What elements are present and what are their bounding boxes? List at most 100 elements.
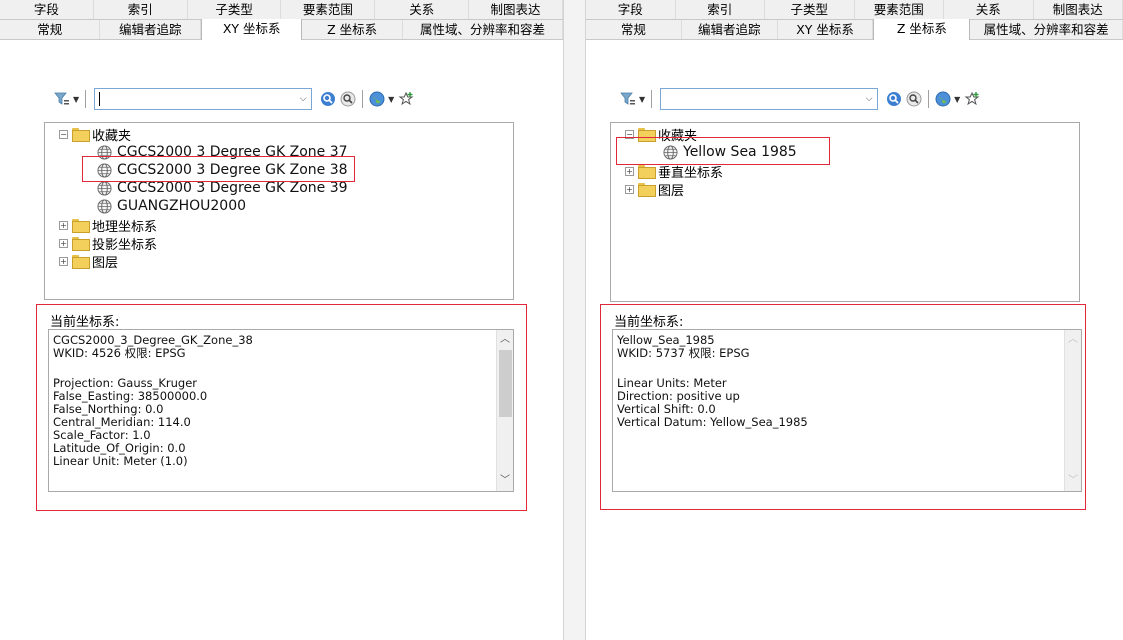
tab-z-coordinate-system[interactable]: Z 坐标系	[873, 19, 971, 40]
tree-node-label: 收藏夹	[658, 128, 698, 144]
scroll-up-icon[interactable]: ︿	[1065, 332, 1081, 348]
current-crs-label: 当前坐标系:	[50, 315, 120, 330]
tree-node-label: 垂直坐标系	[658, 165, 724, 181]
detail-line: Scale_Factor: 1.0	[53, 428, 151, 442]
expand-icon[interactable]: +	[625, 166, 634, 176]
tab-fields[interactable]: 字段	[586, 0, 676, 19]
favorites-folder-icon	[638, 128, 656, 142]
tab-xy-coordinate-system[interactable]: XY 坐标系	[200, 19, 303, 40]
tab-feature-extent[interactable]: 要素范围	[855, 0, 944, 19]
globe-icon	[97, 198, 112, 214]
tree-node-geographic[interactable]: + 地理坐标系	[59, 216, 157, 235]
tab-indexes[interactable]: 索引	[94, 0, 188, 19]
tab-subtypes[interactable]: 子类型	[765, 0, 855, 19]
scroll-up-icon[interactable]: ︿	[497, 332, 513, 348]
chevron-down-icon[interactable]: ⌵	[861, 89, 877, 109]
tree-node-favorites[interactable]: − 收藏夹	[625, 125, 698, 144]
current-crs-label: 当前坐标系:	[614, 315, 684, 330]
tab-subtypes[interactable]: 子类型	[188, 0, 282, 19]
tab-representations[interactable]: 制图表达	[469, 0, 563, 19]
tree-node-label: 投影坐标系	[92, 237, 158, 253]
text-caret	[99, 92, 101, 106]
toolbar-separator	[928, 90, 930, 108]
tab-representations[interactable]: 制图表达	[1034, 0, 1123, 19]
tree-node-label: 图层	[658, 183, 685, 199]
globe-icon[interactable]	[367, 89, 387, 109]
search-icon[interactable]	[318, 89, 338, 109]
tree-node-crs[interactable]: GUANGZHOU2000	[97, 197, 246, 215]
scroll-down-icon[interactable]: ﹀	[497, 473, 513, 489]
scroll-thumb[interactable]	[499, 350, 512, 417]
detail-line: False_Northing: 0.0	[53, 402, 164, 416]
clear-search-icon[interactable]	[338, 89, 358, 109]
tree-node-label: 收藏夹	[92, 128, 132, 144]
detail-line: Linear Units: Meter	[617, 376, 727, 390]
tab-general[interactable]: 常规	[586, 20, 682, 39]
detail-line: WKID: 5737 权限: EPSG	[617, 346, 750, 360]
globe-dropdown-icon[interactable]: ▼	[388, 95, 394, 104]
search-input[interactable]	[95, 89, 294, 109]
folder-icon	[72, 237, 90, 251]
coordinate-system-tree: − 收藏夹 Yellow Sea 1985 + 垂直坐标系 + 图层	[610, 122, 1080, 302]
scroll-down-icon[interactable]: ﹀	[1065, 473, 1081, 489]
tab-feature-extent[interactable]: 要素范围	[281, 0, 376, 19]
tree-node-label: CGCS2000 3 Degree GK Zone 39	[117, 180, 348, 196]
z-coordinate-panel: 字段 索引 子类型 要素范围 关系 制图表达 常规 编辑者追踪 XY 坐标系 Z…	[586, 0, 1123, 640]
tab-z-coordinate-system[interactable]: Z 坐标系	[302, 20, 403, 39]
tab-fields[interactable]: 字段	[0, 0, 94, 19]
clear-search-icon[interactable]	[904, 89, 924, 109]
toolbar: ▼ ⌵ ▼	[52, 87, 416, 111]
details-scrollbar[interactable]: ︿ ﹀	[1064, 330, 1081, 491]
collapse-icon[interactable]: −	[625, 129, 634, 139]
tab-xy-coordinate-system[interactable]: XY 坐标系	[778, 20, 874, 39]
search-icon[interactable]	[884, 89, 904, 109]
globe-dropdown-icon[interactable]: ▼	[954, 95, 960, 104]
tab-row-1: 字段 索引 子类型 要素范围 关系 制图表达	[586, 0, 1123, 20]
tree-node-label: Yellow Sea 1985	[683, 144, 797, 160]
tab-relationships[interactable]: 关系	[944, 0, 1034, 19]
tab-editor-tracking[interactable]: 编辑者追踪	[100, 20, 201, 39]
add-favorite-icon[interactable]	[962, 89, 982, 109]
tree-node-projected[interactable]: + 投影坐标系	[59, 234, 158, 253]
collapse-icon[interactable]: −	[59, 129, 68, 139]
search-combobox[interactable]: ⌵	[94, 88, 313, 110]
tree-node-crs[interactable]: CGCS2000 3 Degree GK Zone 37	[97, 143, 348, 161]
tab-domains-resolution-tolerance[interactable]: 属性域、分辨率和容差	[403, 20, 563, 39]
tree-node-crs[interactable]: CGCS2000 3 Degree GK Zone 39	[97, 179, 348, 197]
toolbar-separator	[362, 90, 364, 108]
expand-icon[interactable]: +	[59, 238, 68, 248]
tab-relationships[interactable]: 关系	[375, 0, 470, 19]
filter-dropdown-icon[interactable]: ▼	[639, 95, 645, 104]
tree-node-vertical[interactable]: + 垂直坐标系	[625, 162, 724, 181]
toolbar-separator	[85, 90, 87, 108]
filter-dropdown-icon[interactable]: ▼	[73, 95, 79, 104]
details-scrollbar[interactable]: ︿ ﹀	[496, 330, 513, 491]
xy-coordinate-panel: 字段 索引 子类型 要素范围 关系 制图表达 常规 编辑者追踪 XY 坐标系 Z…	[0, 0, 563, 640]
folder-icon	[638, 165, 656, 179]
globe-icon[interactable]	[933, 89, 953, 109]
tab-indexes[interactable]: 索引	[676, 0, 765, 19]
detail-line: False_Easting: 38500000.0	[53, 389, 208, 403]
tab-editor-tracking[interactable]: 编辑者追踪	[682, 20, 778, 39]
globe-icon	[97, 180, 112, 196]
tree-node-crs-selected[interactable]: Yellow Sea 1985	[663, 143, 797, 161]
search-combobox[interactable]: ⌵	[660, 88, 879, 110]
tab-domains-resolution-tolerance[interactable]: 属性域、分辨率和容差	[970, 20, 1123, 39]
tree-node-favorites[interactable]: − 收藏夹	[59, 125, 132, 144]
filter-icon[interactable]	[52, 89, 72, 109]
tree-node-layers[interactable]: + 图层	[59, 252, 119, 271]
add-favorite-icon[interactable]	[396, 89, 416, 109]
tree-node-label: GUANGZHOU2000	[117, 198, 247, 214]
chevron-down-icon[interactable]: ⌵	[295, 89, 311, 109]
filter-icon[interactable]	[618, 89, 638, 109]
tree-node-layers[interactable]: + 图层	[625, 180, 685, 199]
tree-node-label: 图层	[92, 255, 119, 271]
detail-line: Vertical Shift: 0.0	[617, 402, 716, 416]
search-input[interactable]	[661, 89, 860, 109]
expand-icon[interactable]: +	[59, 256, 68, 266]
expand-icon[interactable]: +	[625, 184, 634, 194]
expand-icon[interactable]: +	[59, 220, 68, 230]
tab-general[interactable]: 常规	[0, 20, 101, 39]
coordinate-system-tree: − 收藏夹 CGCS2000 3 Degree GK Zone 37 CGCS2…	[44, 122, 514, 300]
tree-node-crs-selected[interactable]: CGCS2000 3 Degree GK Zone 38	[97, 161, 348, 179]
